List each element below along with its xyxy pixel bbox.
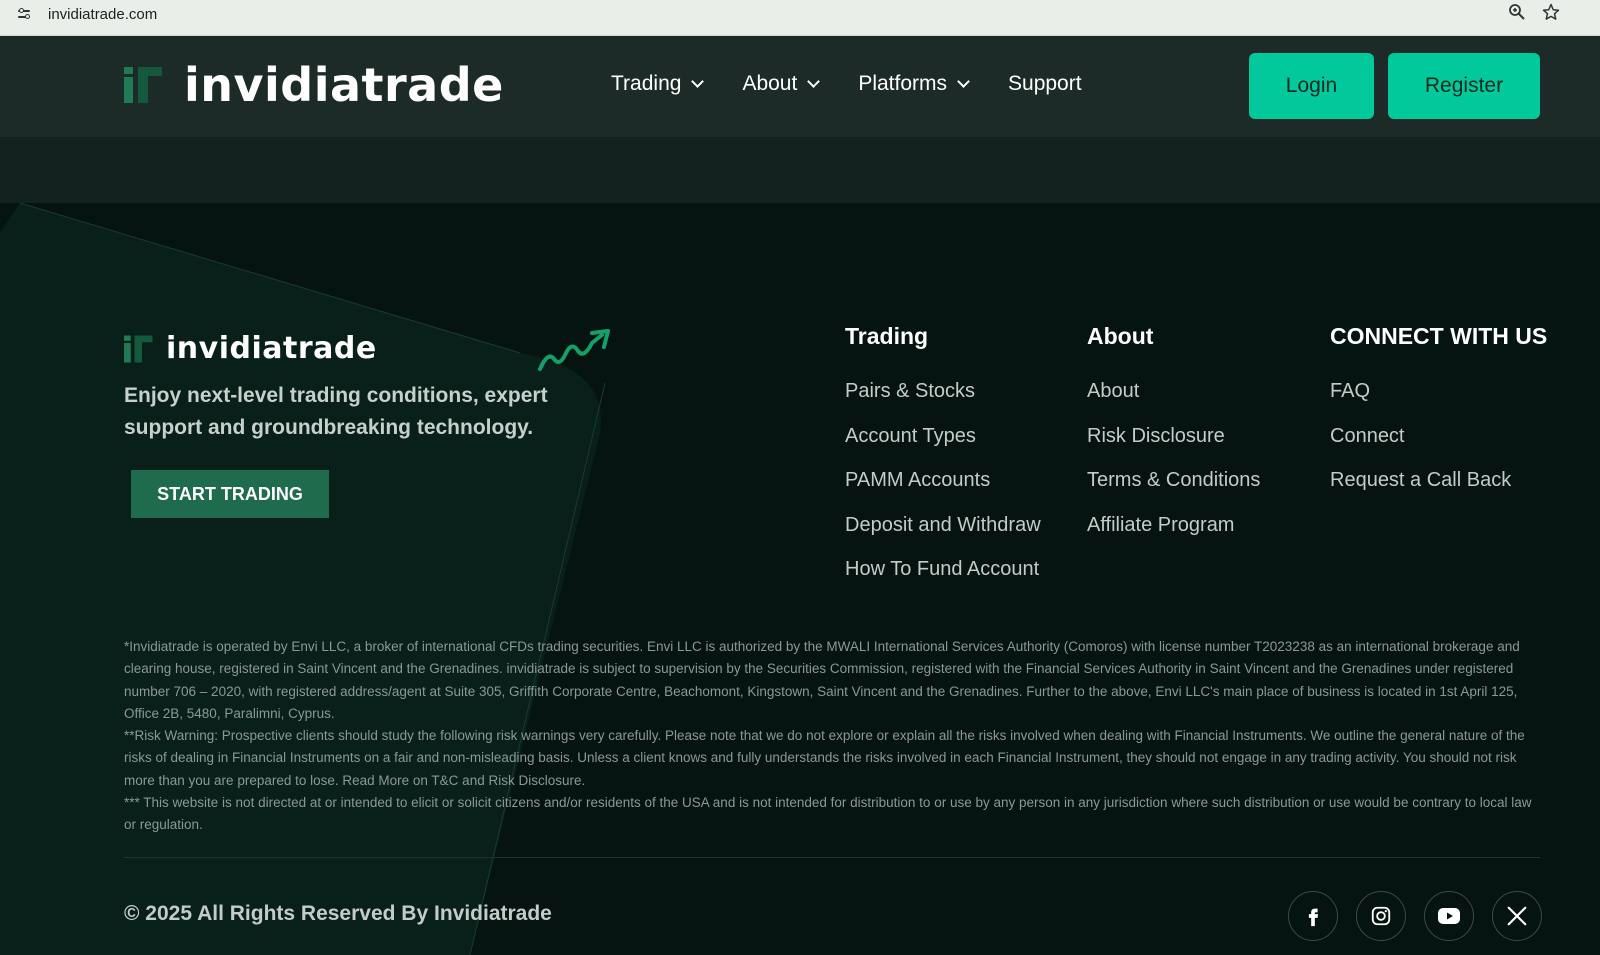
logo-mark-icon bbox=[124, 335, 153, 363]
legal-paragraph-company: *Invidiatrade is operated by Envi LLC, a… bbox=[124, 639, 1520, 721]
footer-link-account-types[interactable]: Account Types bbox=[845, 425, 1041, 470]
facebook-icon bbox=[1308, 908, 1319, 927]
chevron-down-icon bbox=[807, 75, 821, 88]
logo-wordmark: invidiatrade bbox=[184, 58, 504, 112]
nav-label: Trading bbox=[611, 72, 682, 95]
legal-paragraph-jurisdiction: *** This website is not directed at or i… bbox=[124, 795, 1532, 833]
footer-link-affiliate[interactable]: Affiliate Program bbox=[1087, 514, 1260, 559]
nav-item-platforms[interactable]: Platforms bbox=[858, 72, 970, 96]
logo-mark-icon bbox=[124, 67, 162, 103]
x-link[interactable] bbox=[1492, 891, 1542, 941]
footer-link-risk-disclosure[interactable]: Risk Disclosure bbox=[1087, 425, 1260, 470]
legal-disclaimer: *Invidiatrade is operated by Envi LLC, a… bbox=[124, 636, 1540, 837]
social-links bbox=[1288, 891, 1542, 941]
address-field[interactable]: invidiatrade.com bbox=[16, 3, 157, 25]
footer-tagline: Enjoy next-level trading conditions, exp… bbox=[124, 384, 548, 439]
site-settings-icon[interactable] bbox=[16, 7, 34, 21]
nav-label: About bbox=[742, 72, 798, 95]
instagram-link[interactable] bbox=[1356, 891, 1406, 941]
copyright-text: © 2025 All Rights Reserved By Invidiatra… bbox=[124, 902, 552, 925]
nav-label: Support bbox=[1008, 72, 1082, 95]
start-trading-button[interactable]: START TRADING bbox=[131, 470, 329, 518]
footer-link-connect[interactable]: Connect bbox=[1330, 425, 1547, 470]
instagram-icon bbox=[1371, 906, 1391, 926]
footer-background-decoration bbox=[0, 203, 606, 955]
nav-item-about[interactable]: About bbox=[742, 72, 821, 96]
site-header: invidiatrade Trading About Platforms Sup… bbox=[0, 36, 1600, 137]
nav-label: Platforms bbox=[858, 72, 948, 95]
footer-link-pairs-stocks[interactable]: Pairs & Stocks bbox=[845, 380, 1041, 425]
footer-link-pamm-accounts[interactable]: PAMM Accounts bbox=[845, 469, 1041, 514]
zoom-icon[interactable] bbox=[1508, 3, 1526, 21]
footer-link-call-back[interactable]: Request a Call Back bbox=[1330, 469, 1547, 514]
footer-column-trading: Trading Pairs & Stocks Account Types PAM… bbox=[845, 323, 1041, 603]
footer-column-about: About About Risk Disclosure Terms & Cond… bbox=[1087, 323, 1260, 558]
legal-paragraph-risk: **Risk Warning: Prospective clients shou… bbox=[124, 728, 1525, 788]
nav-item-trading[interactable]: Trading bbox=[611, 72, 705, 96]
youtube-icon bbox=[1438, 908, 1460, 924]
footer-link-faq[interactable]: FAQ bbox=[1330, 380, 1547, 425]
footer-link-about[interactable]: About bbox=[1087, 380, 1260, 425]
chevron-down-icon bbox=[957, 75, 970, 88]
footer-link-deposit-withdraw[interactable]: Deposit and Withdraw bbox=[845, 514, 1041, 559]
footer-column-connect: CONNECT WITH US FAQ Connect Request a Ca… bbox=[1330, 323, 1547, 514]
footer-logo-wordmark: invidiatrade bbox=[166, 331, 377, 366]
facebook-link[interactable] bbox=[1288, 891, 1338, 941]
chevron-down-icon bbox=[691, 75, 705, 88]
footer-link-terms[interactable]: Terms & Conditions bbox=[1087, 469, 1260, 514]
login-button[interactable]: Login bbox=[1249, 53, 1374, 119]
x-icon bbox=[1507, 906, 1527, 926]
footer-column-title: Trading bbox=[845, 323, 929, 349]
footer-column-title: About bbox=[1087, 323, 1154, 349]
footer-logo[interactable]: invidiatrade bbox=[124, 331, 377, 367]
bookmark-star-icon[interactable] bbox=[1542, 3, 1560, 21]
nav-item-support[interactable]: Support bbox=[1008, 72, 1082, 96]
register-button[interactable]: Register bbox=[1388, 53, 1540, 119]
footer-divider bbox=[124, 857, 1540, 858]
site-footer: invidiatrade Enjoy next-level trading co… bbox=[0, 203, 1600, 955]
header-logo[interactable]: invidiatrade bbox=[124, 62, 504, 108]
url-text[interactable]: invidiatrade.com bbox=[48, 6, 157, 23]
youtube-link[interactable] bbox=[1424, 891, 1474, 941]
browser-address-bar: invidiatrade.com bbox=[0, 0, 1600, 36]
header-spacer-band bbox=[0, 137, 1600, 203]
footer-column-title: CONNECT WITH US bbox=[1330, 323, 1548, 349]
main-nav: Trading About Platforms Support bbox=[611, 72, 1082, 96]
trend-up-icon bbox=[538, 329, 610, 371]
footer-link-fund-account[interactable]: How To Fund Account bbox=[845, 558, 1041, 603]
